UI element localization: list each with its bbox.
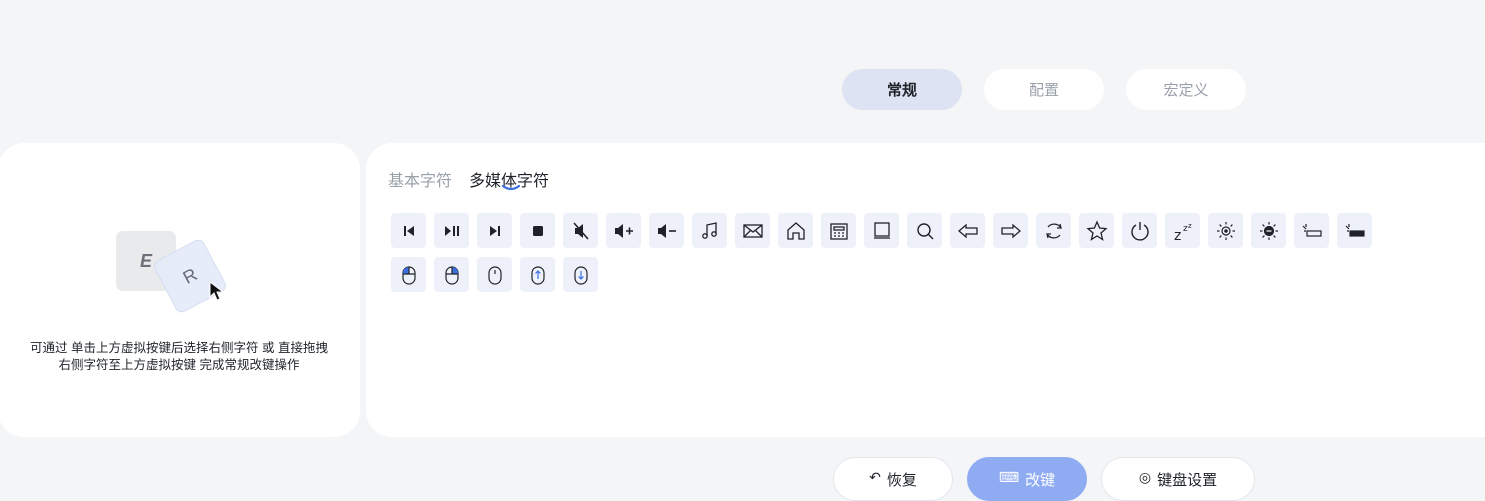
mouse-left-click-icon[interactable] bbox=[391, 257, 426, 292]
mouse-right-click-icon[interactable] bbox=[434, 257, 469, 292]
keyboard-settings-label: 键盘设置 bbox=[1157, 472, 1218, 489]
tab-basic-chars[interactable]: 基本字符 bbox=[388, 167, 452, 191]
mouse-middle-click-icon[interactable] bbox=[477, 257, 512, 292]
tab-underline bbox=[502, 185, 520, 191]
remap-button[interactable]: ⌨ 改键 bbox=[967, 457, 1087, 501]
back-arrow-icon[interactable] bbox=[950, 213, 985, 248]
home-icon[interactable] bbox=[778, 213, 813, 248]
volume-up-icon[interactable] bbox=[606, 213, 641, 248]
tab-general[interactable]: 常规 bbox=[842, 69, 962, 110]
my-computer-icon[interactable] bbox=[864, 213, 899, 248]
search-icon[interactable] bbox=[907, 213, 942, 248]
previous-track-icon[interactable] bbox=[391, 213, 426, 248]
backlight-up-icon[interactable] bbox=[1337, 213, 1372, 248]
character-panel: 基本字符 多媒体字符 zzz bbox=[366, 143, 1485, 437]
backlight-down-icon[interactable] bbox=[1294, 213, 1329, 248]
cursor-icon bbox=[209, 280, 225, 301]
settings-icon: ◎ bbox=[1138, 469, 1152, 485]
media-icon-grid: zzz bbox=[391, 213, 1391, 292]
undo-icon: ↶ bbox=[869, 469, 881, 485]
calculator-icon[interactable] bbox=[821, 213, 856, 248]
hint-line-2: 右侧字符至上方虚拟按键 完成常规改键操作 bbox=[58, 358, 300, 372]
svg-text:z: z bbox=[1174, 228, 1181, 242]
sleep-icon[interactable]: zzz bbox=[1165, 213, 1200, 248]
tab-macro[interactable]: 宏定义 bbox=[1126, 69, 1246, 110]
music-icon[interactable] bbox=[692, 213, 727, 248]
remap-label: 改键 bbox=[1025, 472, 1056, 489]
keyboard-settings-button[interactable]: ◎ 键盘设置 bbox=[1101, 457, 1255, 501]
hint-text: 可通过 单击上方虚拟按键后选择右侧字符 或 直接拖拽 右侧字符至上方虚拟按键 完… bbox=[0, 340, 360, 374]
play-pause-icon[interactable] bbox=[434, 213, 469, 248]
next-track-icon[interactable] bbox=[477, 213, 512, 248]
tab-config[interactable]: 配置 bbox=[984, 69, 1104, 110]
mouse-scroll-up-icon[interactable] bbox=[520, 257, 555, 292]
refresh-icon[interactable] bbox=[1036, 213, 1071, 248]
restore-button[interactable]: ↶ 恢复 bbox=[833, 457, 953, 501]
hint-card: E R 可通过 单击上方虚拟按键后选择右侧字符 或 直接拖拽 右侧字符至上方虚拟… bbox=[0, 143, 360, 437]
mouse-scroll-down-icon[interactable] bbox=[563, 257, 598, 292]
mute-icon[interactable] bbox=[563, 213, 598, 248]
stop-icon[interactable] bbox=[520, 213, 555, 248]
remap-icon: ⌨ bbox=[998, 469, 1020, 485]
volume-down-icon[interactable] bbox=[649, 213, 684, 248]
power-icon[interactable] bbox=[1122, 213, 1157, 248]
restore-label: 恢复 bbox=[886, 472, 917, 489]
hint-line-1: 可通过 单击上方虚拟按键后选择右侧字符 或 直接拖拽 bbox=[30, 341, 328, 355]
brightness-up-icon[interactable] bbox=[1208, 213, 1243, 248]
mail-icon[interactable] bbox=[735, 213, 770, 248]
favorites-icon[interactable] bbox=[1079, 213, 1114, 248]
brightness-down-icon[interactable] bbox=[1251, 213, 1286, 248]
svg-text:z: z bbox=[1188, 222, 1192, 230]
forward-arrow-icon[interactable] bbox=[993, 213, 1028, 248]
